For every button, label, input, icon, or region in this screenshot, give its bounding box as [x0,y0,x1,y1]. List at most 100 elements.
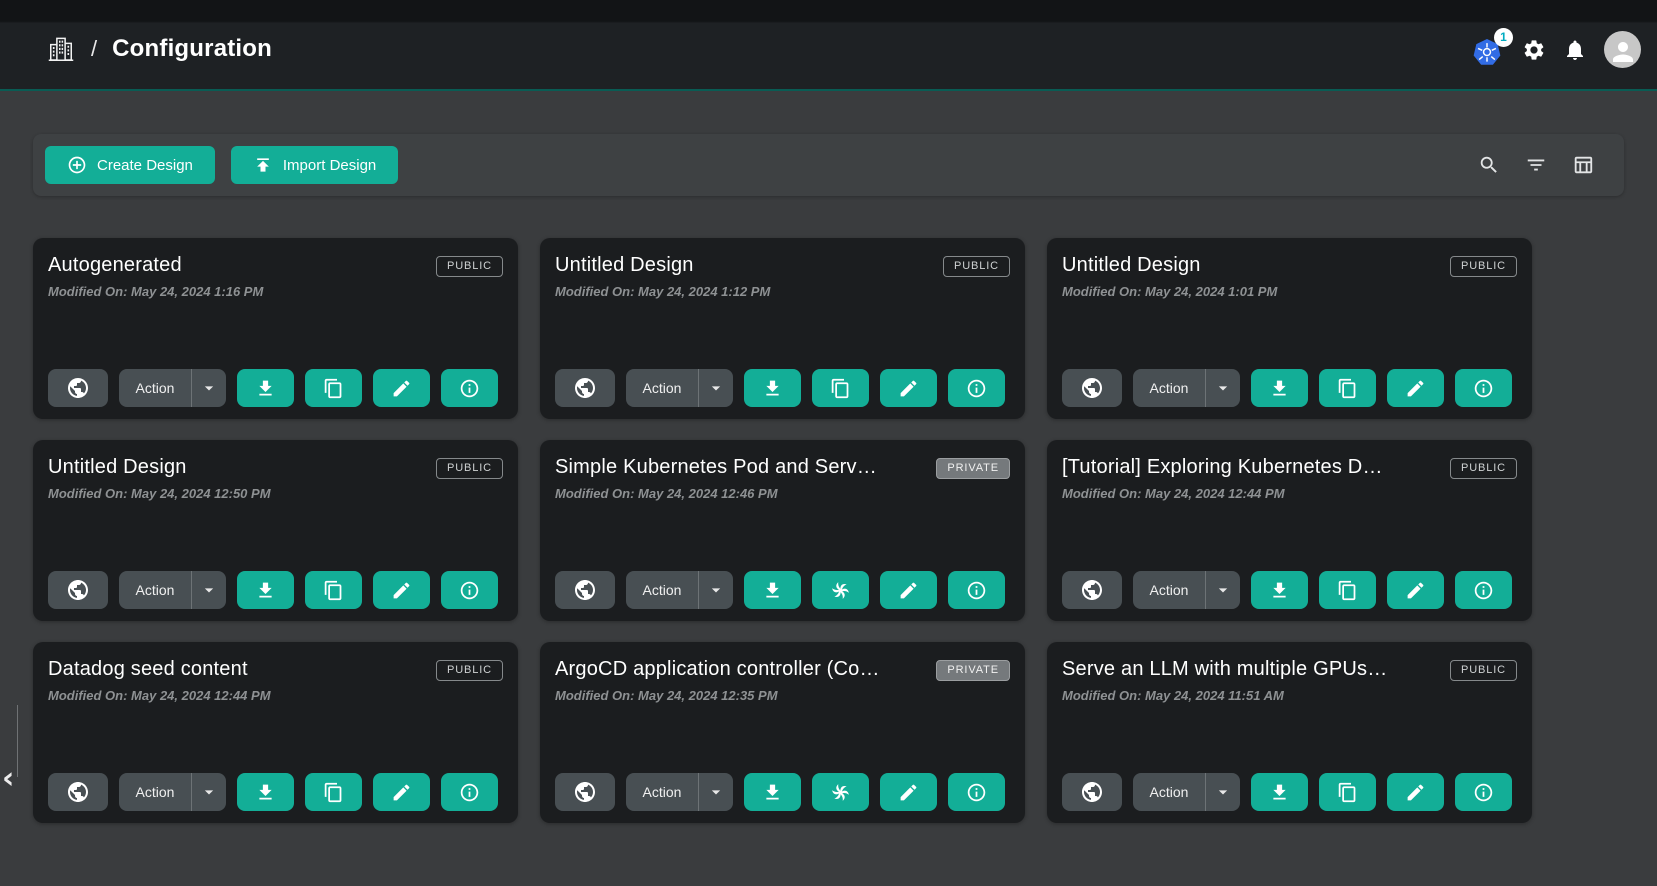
visibility-globe-button[interactable] [48,571,108,609]
filter-icon[interactable] [1525,154,1547,176]
avatar[interactable] [1604,31,1641,68]
edit-icon [1405,580,1426,601]
collapse-sidebar-chevron[interactable]: ‹ [2,764,14,794]
info-button[interactable] [948,773,1005,811]
visibility-globe-button[interactable] [1062,773,1122,811]
action-button-label[interactable]: Action [119,784,191,800]
visibility-badge: PRIVATE [936,660,1010,681]
action-split-button[interactable]: Action [1133,369,1240,407]
download-button[interactable] [744,773,801,811]
action-split-button[interactable]: Action [1133,773,1240,811]
gear-icon[interactable] [1522,38,1546,62]
modified-date: Modified On: May 24, 2024 12:46 PM [555,486,1010,501]
action-split-button[interactable]: Action [626,571,733,609]
download-button[interactable] [237,571,294,609]
copy-button[interactable] [305,369,362,407]
design-title: Untitled Design [48,456,187,479]
action-dropdown-toggle[interactable] [699,580,733,600]
edit-button[interactable] [1387,773,1444,811]
info-button[interactable] [948,571,1005,609]
action-button-label[interactable]: Action [119,582,191,598]
edit-button[interactable] [880,773,937,811]
edit-button[interactable] [373,571,430,609]
info-button[interactable] [441,571,498,609]
action-split-button[interactable]: Action [626,369,733,407]
download-button[interactable] [1251,369,1308,407]
toolbar-view-controls [1478,154,1612,176]
import-design-button[interactable]: Import Design [231,146,398,184]
visibility-globe-button[interactable] [1062,571,1122,609]
download-icon [762,580,783,601]
action-dropdown-toggle[interactable] [192,378,226,398]
action-split-button[interactable]: Action [119,571,226,609]
design-button[interactable] [812,773,869,811]
action-button-label[interactable]: Action [119,380,191,396]
design-card: [Tutorial] Exploring Kubernetes D… PUBLI… [1047,440,1532,621]
download-button[interactable] [237,369,294,407]
search-icon[interactable] [1478,154,1500,176]
table-view-icon[interactable] [1572,154,1594,176]
info-button[interactable] [441,369,498,407]
action-dropdown-toggle[interactable] [699,782,733,802]
design-title: Autogenerated [48,254,182,277]
copy-button[interactable] [1319,369,1376,407]
download-button[interactable] [1251,571,1308,609]
design-button[interactable] [812,571,869,609]
info-button[interactable] [1455,369,1512,407]
design-card: Simple Kubernetes Pod and Serv… PRIVATE … [540,440,1025,621]
action-dropdown-toggle[interactable] [1206,782,1240,802]
info-button[interactable] [948,369,1005,407]
copy-button[interactable] [305,571,362,609]
download-button[interactable] [744,369,801,407]
download-button[interactable] [744,571,801,609]
visibility-globe-button[interactable] [48,773,108,811]
copy-button[interactable] [1319,571,1376,609]
action-button-label[interactable]: Action [1133,582,1205,598]
caret-down-icon [706,378,726,398]
edit-button[interactable] [373,773,430,811]
visibility-globe-button[interactable] [1062,369,1122,407]
copy-button[interactable] [305,773,362,811]
action-split-button[interactable]: Action [119,369,226,407]
edit-button[interactable] [880,369,937,407]
info-icon [966,782,987,803]
action-button-label[interactable]: Action [626,380,698,396]
visibility-globe-button[interactable] [555,369,615,407]
breadcrumb-separator: / [91,36,97,62]
visibility-globe-button[interactable] [555,773,615,811]
action-button-label[interactable]: Action [1133,380,1205,396]
copy-button[interactable] [1319,773,1376,811]
edit-button[interactable] [373,369,430,407]
create-design-button[interactable]: Create Design [45,146,215,184]
edit-button[interactable] [880,571,937,609]
design-title: ArgoCD application controller (Co… [555,658,880,681]
bell-icon[interactable] [1563,38,1587,62]
download-button[interactable] [237,773,294,811]
page-title: Configuration [112,35,272,63]
edit-button[interactable] [1387,369,1444,407]
action-dropdown-toggle[interactable] [699,378,733,398]
action-dropdown-toggle[interactable] [192,782,226,802]
info-button[interactable] [441,773,498,811]
download-button[interactable] [1251,773,1308,811]
action-dropdown-toggle[interactable] [1206,378,1240,398]
action-dropdown-toggle[interactable] [1206,580,1240,600]
action-button-label[interactable]: Action [626,784,698,800]
info-button[interactable] [1455,571,1512,609]
action-button-label[interactable]: Action [1133,784,1205,800]
action-split-button[interactable]: Action [626,773,733,811]
action-split-button[interactable]: Action [1133,571,1240,609]
kubernetes-context-button[interactable]: 1 [1471,33,1505,67]
action-button-label[interactable]: Action [626,582,698,598]
action-dropdown-toggle[interactable] [192,580,226,600]
action-split-button[interactable]: Action [119,773,226,811]
visibility-globe-button[interactable] [555,571,615,609]
edit-button[interactable] [1387,571,1444,609]
info-button[interactable] [1455,773,1512,811]
caret-down-icon [706,782,726,802]
design-card: Datadog seed content PUBLIC Modified On:… [33,642,518,823]
copy-button[interactable] [812,369,869,407]
info-icon [1473,580,1494,601]
info-icon [459,378,480,399]
visibility-globe-button[interactable] [48,369,108,407]
